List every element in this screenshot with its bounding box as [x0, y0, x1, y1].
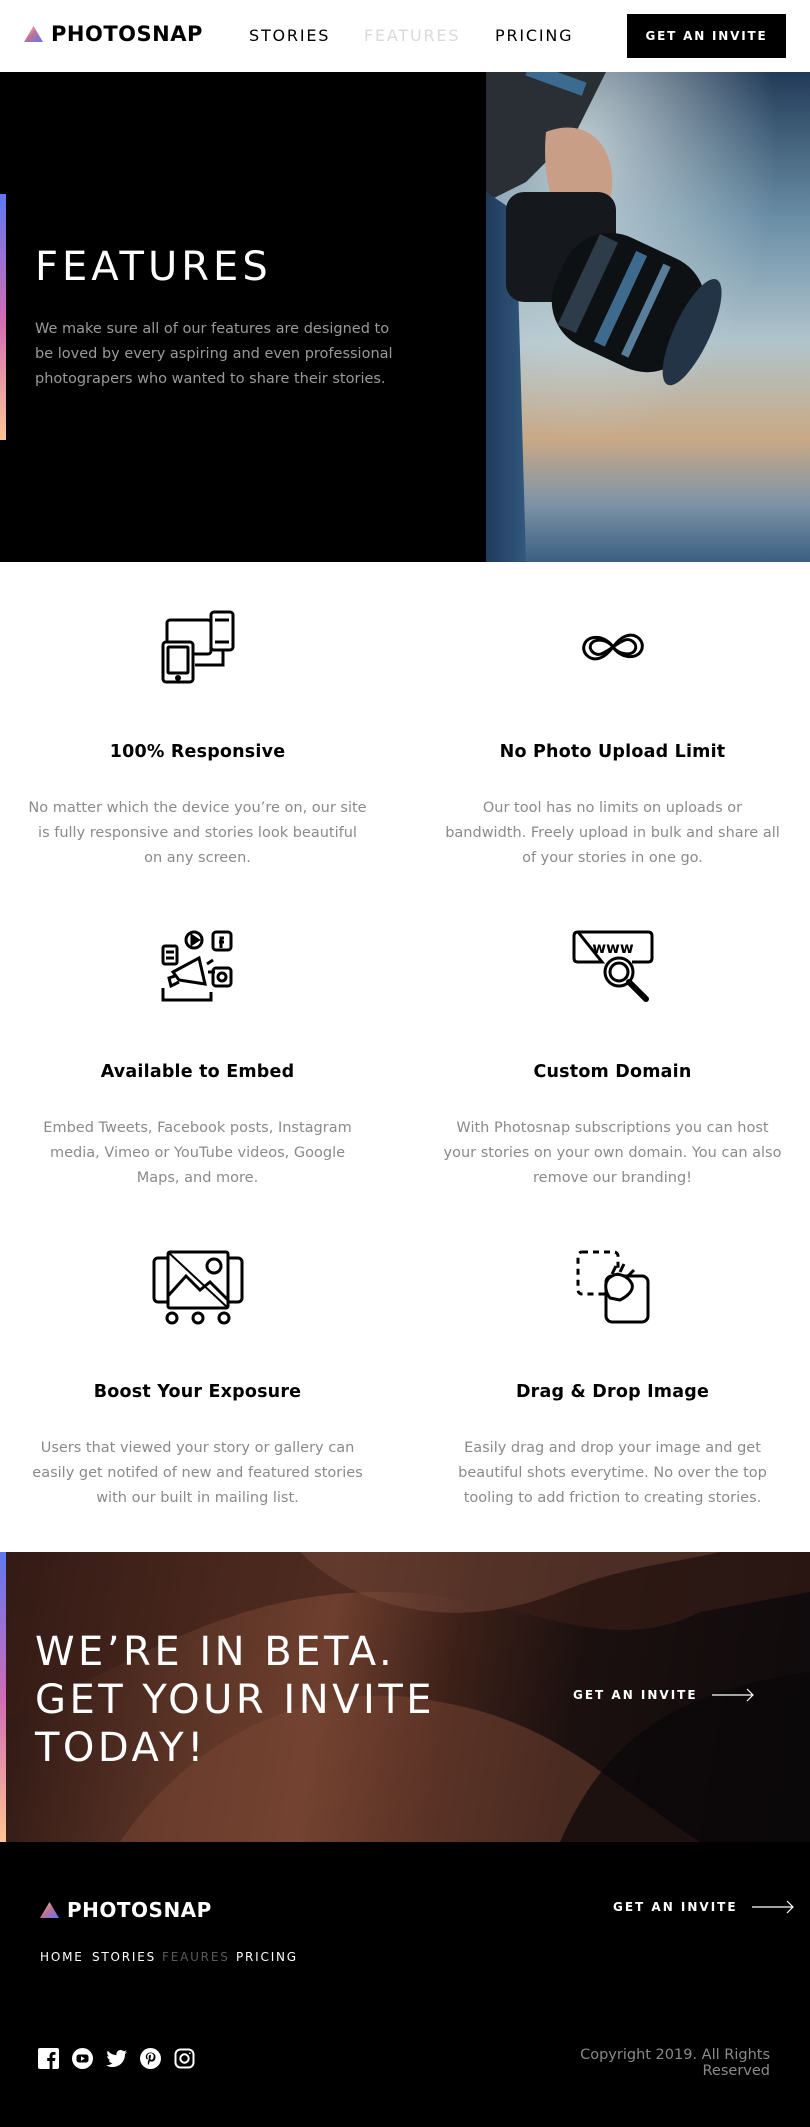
page-title: FEATURES — [35, 244, 272, 290]
feature-title: Drag & Drop Image — [515, 1382, 710, 1402]
nav-stories[interactable]: STORIES — [249, 26, 330, 45]
hero-description: We make sure all of our features are des… — [35, 321, 393, 387]
feature-title: Available to Embed — [100, 1062, 295, 1082]
feature-text: With Photosnap subscriptions you can hos… — [443, 1120, 782, 1186]
nav-pricing[interactable]: PRICING — [495, 26, 573, 45]
feature-text: Embed Tweets, Facebook posts, Instagram … — [43, 1120, 352, 1186]
feature-card: www Custom Domain With Photosnap subscri… — [430, 930, 795, 1190]
feature-text: Our tool has no limits on uploads or ban… — [445, 800, 780, 866]
beta-banner: WE’RE IN BETA. GET YOUR INVITE TODAY! GE… — [0, 1552, 810, 1842]
feature-card: Drag & Drop Image Easily drag and drop y… — [430, 1250, 795, 1510]
arrow-right-icon — [711, 1688, 754, 1702]
footer-get-invite-link[interactable]: GET AN INVITE — [613, 1900, 795, 1914]
footer-nav-pricing[interactable]: PRICING — [236, 1950, 298, 1964]
logo-text: PHOTOSNAP — [51, 22, 203, 46]
hero-section: FEATURES We make sure all of our feature… — [0, 72, 810, 562]
boost-exposure-icon — [152, 1250, 243, 1325]
feature-text: Users that viewed your story or gallery … — [32, 1440, 363, 1506]
drag-drop-icon — [576, 1250, 649, 1324]
camera-illustration — [486, 72, 810, 562]
get-invite-button[interactable]: GET AN INVITE — [627, 14, 786, 58]
feature-card: 100% Responsive No matter which the devi… — [15, 610, 380, 870]
logo-triangle-icon — [40, 1902, 59, 1918]
hero-accent-bar — [0, 194, 6, 440]
logo-text: PHOTOSNAP — [67, 1898, 212, 1922]
beta-accent-bar — [0, 1552, 6, 1842]
feature-title: Boost Your Exposure — [93, 1382, 302, 1402]
custom-domain-icon: www — [572, 930, 653, 1002]
feature-title: No Photo Upload Limit — [499, 742, 726, 762]
footer-logo[interactable]: PHOTOSNAP — [40, 1898, 212, 1922]
infinity-icon — [581, 633, 644, 661]
hero-camera-photo — [486, 72, 810, 562]
instagram-icon[interactable] — [174, 2048, 195, 2069]
logo-triangle-icon — [24, 26, 43, 42]
copyright-text: Copyright 2019. All Rights Reserved — [580, 2047, 770, 2079]
header-logo[interactable]: PHOTOSNAP — [24, 22, 203, 46]
feature-card: No Photo Upload Limit Our tool has no li… — [430, 610, 795, 870]
footer-nav-features[interactable]: FEAURES — [162, 1950, 230, 1964]
beta-get-invite-link[interactable]: GET AN INVITE — [573, 1688, 755, 1702]
site-header: PHOTOSNAP STORIES FEATURES PRICING GET A… — [0, 0, 810, 72]
facebook-icon[interactable] — [38, 2048, 59, 2069]
feature-title: Custom Domain — [533, 1062, 692, 1082]
responsive-devices-icon — [161, 610, 234, 684]
arrow-right-icon — [751, 1900, 794, 1914]
footer-link-label: GET AN INVITE — [613, 1900, 738, 1914]
feature-title: 100% Responsive — [109, 742, 286, 762]
footer-nav-home[interactable]: HOME — [40, 1950, 84, 1964]
feature-card: Available to Embed Embed Tweets, Faceboo… — [15, 930, 380, 1190]
pinterest-icon[interactable] — [140, 2048, 161, 2069]
youtube-icon[interactable] — [72, 2048, 93, 2069]
feature-card: Boost Your Exposure Users that viewed yo… — [15, 1250, 380, 1510]
site-footer: PHOTOSNAP HOME STORIES FEAURES PRICING G… — [0, 1842, 810, 2127]
twitter-icon[interactable] — [106, 2048, 127, 2069]
nav-features[interactable]: FEATURES — [364, 26, 460, 45]
embed-megaphone-icon — [161, 930, 232, 1002]
social-links — [38, 2048, 195, 2069]
beta-link-label: GET AN INVITE — [573, 1688, 698, 1702]
feature-text: No matter which the device you’re on, ou… — [28, 800, 367, 866]
footer-nav-stories[interactable]: STORIES — [92, 1950, 156, 1964]
feature-text: Easily drag and drop your image and get … — [458, 1440, 767, 1506]
beta-title: WE’RE IN BETA. GET YOUR INVITE TODAY! — [35, 1629, 436, 1771]
svg-text:www: www — [592, 939, 634, 957]
